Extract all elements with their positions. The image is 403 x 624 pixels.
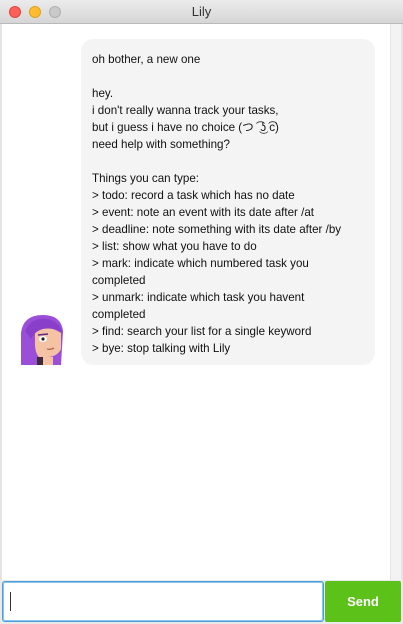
text-caret xyxy=(10,592,11,611)
bot-message-bubble: oh bother, a new one hey. i don't really… xyxy=(81,39,375,365)
message-line: > deadline: note something with its date… xyxy=(92,223,342,236)
message-line xyxy=(92,68,375,85)
app-window: Lily oh bother, a new one hey. i don't r… xyxy=(0,0,403,624)
message-input[interactable] xyxy=(2,581,324,622)
message-line: completed xyxy=(92,274,146,287)
message-line: hey. xyxy=(92,87,114,100)
message-line: > list: show what you have to do xyxy=(92,240,257,253)
message-line: Things you can type: xyxy=(92,172,199,185)
title-bar: Lily xyxy=(0,0,403,24)
message-line: completed xyxy=(92,308,146,321)
message-line: oh bother, a new one xyxy=(92,53,201,66)
message-line: need help with something? xyxy=(92,138,230,151)
message-line xyxy=(92,153,375,170)
message-line: > mark: indicate which numbered task you xyxy=(92,257,309,270)
message-line: > bye: stop talking with Lily xyxy=(92,342,231,355)
message-line: > todo: record a task which has no date xyxy=(92,189,295,202)
window-title: Lily xyxy=(191,4,212,19)
vertical-scrollbar[interactable] xyxy=(390,24,401,580)
message-line: > event: note an event with its date aft… xyxy=(92,206,315,219)
lily-avatar xyxy=(17,313,67,365)
message-line: > find: search your list for a single ke… xyxy=(92,325,312,338)
message-line: > unmark: indicate which task you havent xyxy=(92,291,305,304)
send-button[interactable]: Send xyxy=(325,581,401,622)
message-line: i don't really wanna track your tasks, xyxy=(92,104,279,117)
message-line: but i guess i have no choice (つ ͡ ͜ʖ ͡c) xyxy=(92,121,279,134)
